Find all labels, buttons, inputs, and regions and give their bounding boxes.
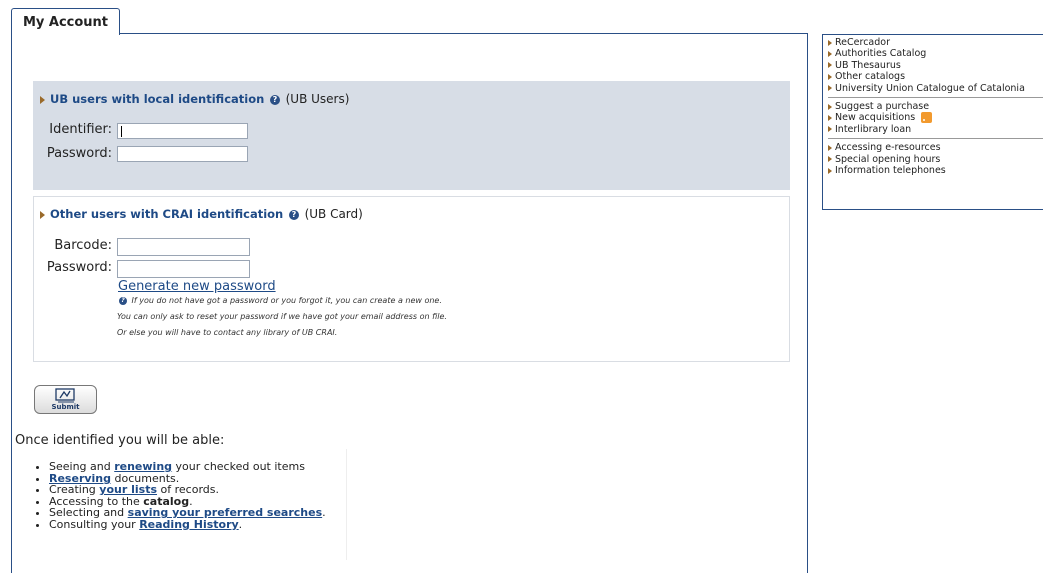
sidebar-link-label: New acquisitions [835, 112, 916, 124]
other-users-heading[interactable]: Other users with CRAI identification ? (… [40, 207, 363, 221]
benefit-text: Consulting your [49, 517, 140, 531]
text-caret [121, 126, 122, 137]
submit-label: Submit [51, 403, 80, 411]
sidebar-link-label: Special opening hours [835, 153, 941, 165]
arrow-right-icon [828, 85, 832, 92]
submit-button[interactable]: Submit [34, 385, 97, 414]
benefit-item: Consulting your Reading History. [49, 519, 346, 531]
arrow-right-icon [828, 62, 832, 69]
arrow-right-icon [40, 210, 45, 219]
sidebar-link-label: Interlibrary loan [835, 123, 912, 135]
password-note-3: Or else you will have to contact any lib… [117, 328, 338, 337]
sidebar-link[interactable]: UB Thesaurus [823, 60, 1043, 71]
card-password-input[interactable] [117, 260, 250, 278]
password-note-1: ? If you do not have got a password or y… [117, 296, 442, 305]
arrow-right-icon [40, 95, 45, 104]
sidebar-link[interactable]: Other catalogs [823, 71, 1043, 82]
other-users-title: Other users with CRAI identification [50, 207, 284, 221]
help-icon[interactable]: ? [288, 209, 299, 220]
benefits-panel: Seeing and renewing your checked out ite… [30, 449, 347, 560]
divider [828, 97, 1043, 99]
sidebar-group-info: Accessing e-resources Special opening hou… [823, 142, 1043, 176]
arrow-right-icon [828, 39, 832, 46]
sidebar-link-label: Other catalogs [835, 71, 906, 83]
sidebar-link-label: Accessing e-resources [835, 142, 941, 154]
sidebar-links: ReCercador Authorities Catalog UB Thesauru… [822, 34, 1043, 210]
arrow-right-icon [828, 50, 832, 57]
sidebar-link-label: ReCercador [835, 37, 890, 48]
card-password-label: Password: [46, 260, 112, 275]
help-icon[interactable]: ? [269, 94, 280, 105]
arrow-right-icon [828, 103, 832, 110]
sidebar-link[interactable]: Suggest a purchase [823, 101, 1043, 112]
info-icon: ? [119, 296, 127, 305]
sidebar-link-label: Suggest a purchase [835, 101, 930, 113]
barcode-label: Barcode: [54, 238, 112, 253]
hand-writing-icon [54, 388, 75, 403]
ub-password-label: Password: [46, 146, 112, 161]
sidebar-link-label: Information telephones [835, 165, 946, 177]
generate-password-link[interactable]: Generate new password [118, 279, 276, 294]
rss-icon[interactable] [921, 112, 933, 124]
tab-label: My Account [22, 14, 109, 30]
arrow-right-icon [828, 114, 832, 121]
arrow-right-icon [828, 73, 832, 80]
ub-users-title: UB users with local identification [50, 92, 265, 106]
sidebar-link[interactable]: Authorities Catalog [823, 48, 1043, 59]
sidebar-link[interactable]: Information telephones [823, 165, 1043, 176]
sidebar-group-services: Suggest a purchase New acquisitions Interl… [823, 101, 1043, 135]
sidebar-link[interactable]: Special opening hours [823, 154, 1043, 165]
arrow-right-icon [828, 167, 832, 174]
sidebar-link[interactable]: ReCercador [823, 37, 1043, 48]
benefit-text: your checked out items [172, 460, 305, 473]
divider [828, 138, 1043, 140]
barcode-input[interactable] [117, 238, 250, 256]
tab-my-account[interactable]: My Account [11, 8, 120, 35]
benefits-list: Seeing and renewing your checked out ite… [30, 449, 346, 531]
other-users-suffix: (UB Card) [304, 207, 363, 221]
password-note-2: You can only ask to reset your password … [117, 312, 447, 321]
ub-users-heading[interactable]: UB users with local identification ? (UB… [40, 92, 349, 106]
identifier-label: Identifier: [49, 122, 112, 137]
sidebar-link[interactable]: University Union Catalogue of Catalonia [823, 83, 1043, 94]
note-text-1: If you do not have got a password or you… [131, 296, 442, 305]
ub-users-suffix: (UB Users) [285, 92, 350, 106]
sidebar-link[interactable]: New acquisitions [823, 112, 1043, 124]
sidebar-link-label: University Union Catalogue of Catalonia [835, 82, 1025, 94]
benefit-text: . [238, 517, 243, 531]
sidebar-link[interactable]: Interlibrary loan [823, 124, 1043, 135]
benefit-link[interactable]: Reading History [139, 518, 238, 531]
identifier-input[interactable] [117, 123, 248, 139]
arrow-right-icon [828, 156, 832, 163]
arrow-right-icon [828, 126, 832, 133]
sidebar-link-label: Authorities Catalog [835, 48, 927, 60]
ub-password-input[interactable] [117, 146, 248, 162]
sidebar-link-label: UB Thesaurus [835, 59, 901, 71]
benefit-text: . [322, 506, 326, 520]
arrow-right-icon [828, 144, 832, 151]
sidebar-group-catalogs: ReCercador Authorities Catalog UB Thesauru… [823, 35, 1043, 94]
benefits-intro: Once identified you will be able: [15, 433, 225, 448]
sidebar-link[interactable]: Accessing e-resources [823, 142, 1043, 153]
